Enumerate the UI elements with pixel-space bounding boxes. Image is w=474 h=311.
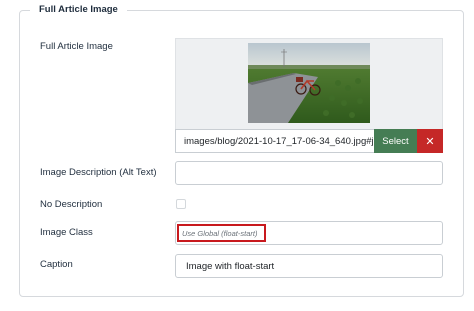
fieldset-legend: Full Article Image: [30, 4, 127, 15]
select-button[interactable]: Select: [374, 129, 417, 153]
highlight-box: [177, 224, 266, 242]
description-input[interactable]: [175, 161, 443, 185]
no-description-label: No Description: [40, 199, 103, 210]
image-preview: [248, 43, 370, 123]
image-label: Full Article Image: [40, 41, 113, 52]
description-label: Image Description (Alt Text): [40, 167, 157, 178]
no-description-checkbox[interactable]: [176, 199, 186, 209]
caption-input[interactable]: Image with float-start: [175, 254, 443, 278]
bicycle-photo: [248, 43, 370, 123]
image-path-row: images/blog/2021-10-17_17-06-34_640.jpg#…: [175, 129, 443, 153]
clear-image-button[interactable]: ✕: [417, 129, 443, 153]
image-path-input[interactable]: images/blog/2021-10-17_17-06-34_640.jpg#…: [175, 129, 374, 153]
image-class-label: Image Class: [40, 227, 93, 238]
caption-label: Caption: [40, 259, 73, 270]
